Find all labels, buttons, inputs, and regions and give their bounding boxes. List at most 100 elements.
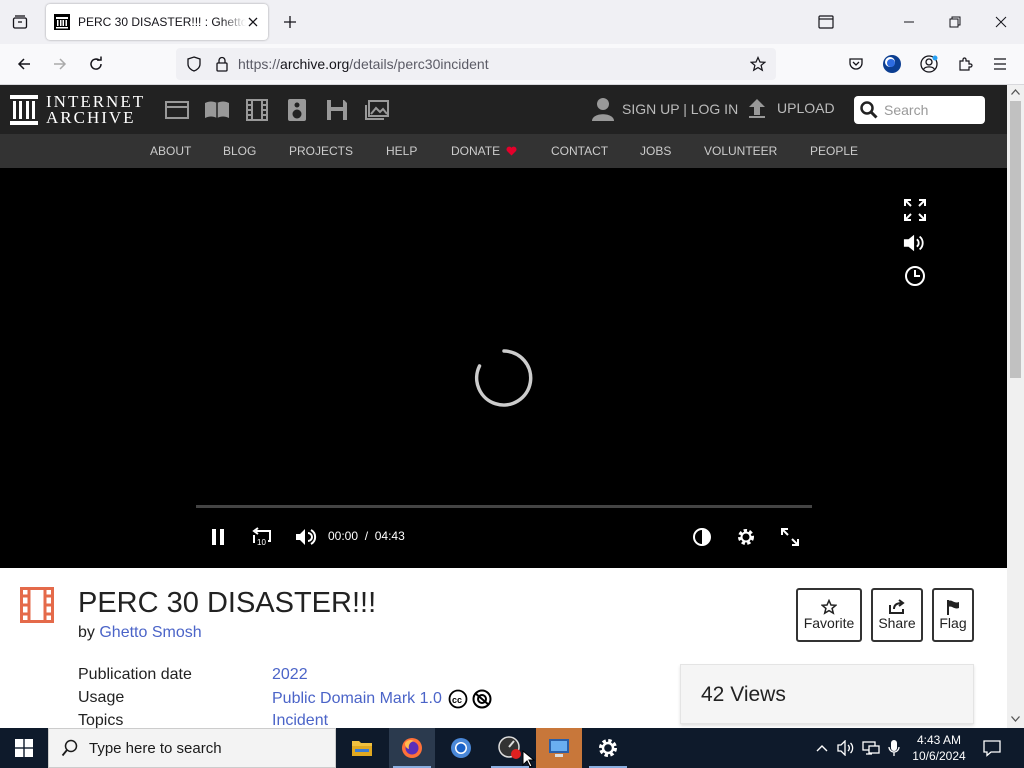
clock-icon[interactable] (903, 264, 927, 288)
tab-close-icon[interactable] (244, 13, 262, 31)
menu-people[interactable]: PEOPLE (810, 144, 858, 158)
close-window-icon[interactable] (987, 8, 1015, 36)
reload-icon[interactable] (84, 52, 108, 76)
menu-projects[interactable]: PROJECTS (289, 144, 353, 158)
cc-icon: cc (448, 689, 468, 709)
taskbar-search-icon (61, 739, 78, 757)
url-text[interactable]: https://archive.org/details/perc30incide… (238, 56, 489, 72)
url-host: archive.org (280, 56, 350, 72)
meta-value-publication-date[interactable]: 2022 (272, 666, 308, 684)
menu-volunteer[interactable]: VOLUNTEER (704, 144, 777, 158)
flag-label: Flag (939, 615, 967, 631)
pocket-icon[interactable] (844, 52, 868, 76)
meta-value-topics[interactable]: Incident (272, 712, 328, 728)
ia-search-input[interactable] (884, 102, 984, 118)
file-explorer-icon[interactable] (339, 728, 385, 768)
microphone-tray-icon[interactable] (884, 728, 904, 768)
item-byline: by Ghetto Smosh (78, 624, 202, 642)
extension-globe-icon[interactable] (880, 52, 904, 76)
menu-help[interactable]: HELP (386, 144, 417, 158)
browser-tab-active[interactable]: PERC 30 DISASTER!!! : Ghetto Smosh : Fre… (46, 4, 268, 40)
forward-arrow-icon[interactable] (48, 52, 72, 76)
taskbar-search-placeholder: Type here to search (89, 739, 222, 757)
page-content: INTERNET ARCHIVE SIGN UP | LOG IN UPLOAD… (0, 85, 1007, 728)
lock-icon[interactable] (210, 52, 234, 76)
taskbar-search-box[interactable]: Type here to search (48, 728, 336, 768)
taskbar-clock[interactable]: 4:43 AM 10/6/2024 (908, 732, 970, 764)
share-button[interactable]: Share (871, 588, 923, 642)
menu-donate-label: DONATE (451, 144, 501, 158)
software-floppy-icon[interactable] (324, 98, 350, 122)
tab-list-icon[interactable] (8, 10, 32, 34)
firefox-taskbar-icon[interactable] (389, 728, 435, 768)
window-list-icon[interactable] (812, 8, 840, 36)
menu-jobs[interactable]: JOBS (640, 144, 671, 158)
current-time: 00:00 (328, 529, 359, 543)
menu-about[interactable]: ABOUT (150, 144, 191, 158)
settings-taskbar-gear-icon[interactable] (585, 728, 631, 768)
mute-volume-icon[interactable] (294, 525, 318, 549)
menu-contact[interactable]: CONTACT (551, 144, 608, 158)
restore-icon[interactable] (941, 8, 969, 36)
fullscreen-icon[interactable] (778, 525, 802, 549)
scroll-up-arrow-icon[interactable] (1011, 89, 1020, 95)
bookmark-star-icon[interactable] (746, 52, 770, 76)
windows-logo-icon (15, 739, 33, 757)
ia-search-box[interactable] (854, 96, 985, 124)
audio-speaker-icon[interactable] (284, 98, 310, 122)
rewind-10-icon[interactable]: 10 (250, 525, 274, 549)
heart-icon (506, 146, 517, 156)
video-player[interactable]: 10 00:00 / 04:43 (0, 168, 1007, 568)
item-title: PERC 30 DISASTER!!! (78, 587, 377, 619)
images-icon[interactable] (364, 98, 390, 122)
speaker-tray-icon[interactable] (836, 728, 856, 768)
tray-overflow-chevron-icon[interactable] (813, 728, 831, 768)
minimize-icon[interactable] (895, 8, 923, 36)
windows-taskbar: Type here to search 4:43 AM 10/6/2024 (0, 728, 1024, 768)
favorite-button[interactable]: Favorite (796, 588, 862, 642)
star-icon (821, 599, 837, 615)
texts-book-icon[interactable] (204, 98, 230, 122)
meta-label-publication-date: Publication date (78, 666, 192, 683)
network-tray-icon[interactable] (861, 728, 881, 768)
sign-up-login-link[interactable]: SIGN UP | LOG IN (592, 97, 738, 121)
internet-archive-logo[interactable]: INTERNET ARCHIVE (10, 93, 145, 126)
meta-value-usage[interactable]: Public Domain Mark 1.0 cc (272, 689, 492, 709)
account-icon[interactable] (917, 52, 941, 76)
theater-mode-icon[interactable] (903, 198, 927, 222)
scrollbar-thumb[interactable] (1010, 101, 1021, 378)
menu-blog[interactable]: BLOG (223, 144, 256, 158)
contrast-icon[interactable] (690, 525, 714, 549)
new-tab-plus-icon[interactable] (280, 12, 300, 32)
settings-gear-icon[interactable] (734, 525, 758, 549)
back-arrow-icon[interactable] (12, 52, 36, 76)
menu-donate[interactable]: DONATE (451, 144, 517, 158)
shield-icon[interactable] (182, 52, 206, 76)
volume-icon[interactable] (903, 231, 927, 255)
web-icon[interactable] (164, 98, 190, 122)
video-film-icon[interactable] (244, 98, 270, 122)
share-icon (889, 599, 905, 614)
pause-icon[interactable] (206, 525, 230, 549)
share-label: Share (878, 615, 916, 631)
time-display: 00:00 / 04:43 (328, 529, 405, 543)
creator-link[interactable]: Ghetto Smosh (99, 624, 201, 641)
mouse-cursor-icon (522, 750, 536, 768)
upload-arrow-icon (749, 99, 765, 118)
time-separator: / (364, 529, 369, 543)
duration: 04:43 (374, 529, 405, 543)
start-button[interactable] (0, 728, 48, 768)
remote-desktop-icon[interactable] (536, 728, 582, 768)
page-scrollbar[interactable] (1007, 85, 1024, 728)
upload-link[interactable]: UPLOAD (747, 97, 835, 119)
chrome-taskbar-icon[interactable] (438, 728, 484, 768)
movie-film-icon (20, 587, 54, 623)
scroll-down-arrow-icon[interactable] (1011, 716, 1020, 722)
clock-time: 4:43 AM (916, 733, 962, 747)
hamburger-menu-icon[interactable] (988, 52, 1012, 76)
notifications-icon[interactable] (980, 728, 1004, 768)
progress-bar[interactable] (196, 505, 812, 508)
extensions-puzzle-icon[interactable] (953, 52, 977, 76)
address-bar[interactable]: https://archive.org/details/perc30incide… (176, 48, 776, 80)
flag-button[interactable]: Flag (932, 588, 974, 642)
